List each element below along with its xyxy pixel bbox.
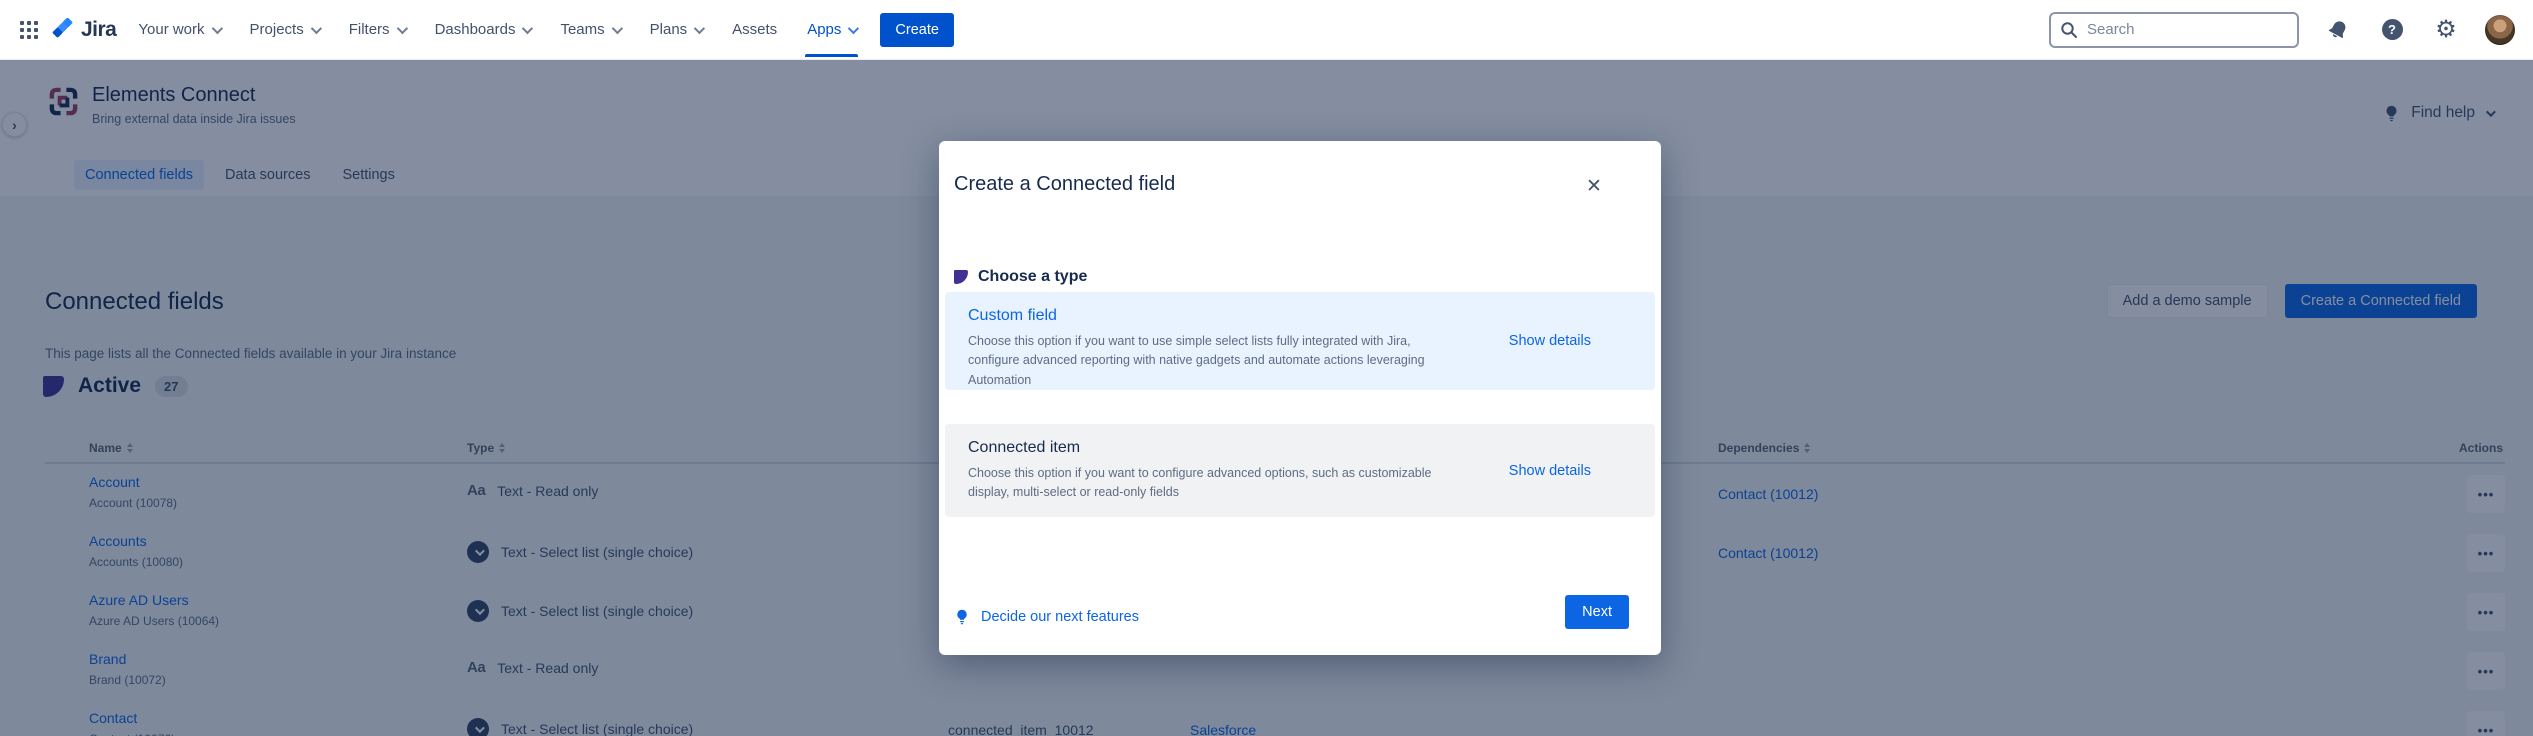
nav-right-group: ? ⚙ [2049, 12, 2515, 48]
jira-mark-icon [52, 18, 75, 41]
option-description: Choose this option if you want to use si… [968, 332, 1446, 390]
nav-filters[interactable]: Filters [341, 15, 413, 44]
jira-logo[interactable]: Jira [52, 18, 116, 42]
next-button[interactable]: Next [1565, 595, 1629, 629]
nav-dashboards[interactable]: Dashboards [427, 15, 539, 44]
top-nav: Jira Your work Projects Filters Dashboar… [0, 0, 2533, 60]
option-custom-field[interactable]: Custom field Choose this option if you w… [945, 292, 1655, 390]
grid-dots-icon [19, 20, 39, 40]
option-description: Choose this option if you want to config… [968, 464, 1446, 503]
nav-apps[interactable]: Apps [799, 15, 864, 44]
choose-type-section: Choose a type [954, 268, 1087, 286]
create-button[interactable]: Create [880, 13, 954, 47]
search-box [2049, 12, 2299, 48]
close-button[interactable]: ✕ [1579, 171, 1609, 201]
search-icon [2060, 21, 2078, 44]
create-connected-field-modal: Create a Connected field ✕ Choose a type… [939, 141, 1661, 655]
help-icon[interactable]: ? [2377, 15, 2407, 45]
search-input[interactable] [2049, 12, 2299, 48]
close-icon: ✕ [1586, 175, 1602, 198]
decide-next-features-link[interactable]: Decide our next features [954, 609, 1139, 625]
nav-teams[interactable]: Teams [552, 15, 627, 44]
nav-projects[interactable]: Projects [242, 15, 327, 44]
option-title: Connected item [968, 439, 1585, 457]
notifications-bell-icon[interactable] [2323, 15, 2353, 45]
lightbulb-icon [954, 609, 970, 625]
settings-gear-icon[interactable]: ⚙ [2431, 15, 2461, 45]
connected-field-tag-icon [954, 270, 968, 284]
decide-next-features-label: Decide our next features [981, 609, 1139, 625]
option-title: Custom field [968, 307, 1585, 325]
primary-nav: Your work Projects Filters Dashboards Te… [130, 15, 864, 44]
modal-title: Create a Connected field [954, 173, 1175, 196]
option-connected-item[interactable]: Connected item Choose this option if you… [945, 424, 1655, 517]
user-avatar[interactable] [2485, 15, 2515, 45]
nav-your-work[interactable]: Your work [130, 15, 227, 44]
choose-type-label: Choose a type [978, 268, 1087, 286]
show-details-link[interactable]: Show details [1509, 463, 1591, 479]
jira-elements-connect-screen: Jira Your work Projects Filters Dashboar… [0, 0, 2533, 736]
nav-plans[interactable]: Plans [642, 15, 711, 44]
jira-wordmark: Jira [81, 18, 116, 42]
nav-assets[interactable]: Assets [724, 15, 785, 44]
app-switcher-icon[interactable] [12, 13, 46, 47]
show-details-link[interactable]: Show details [1509, 333, 1591, 349]
